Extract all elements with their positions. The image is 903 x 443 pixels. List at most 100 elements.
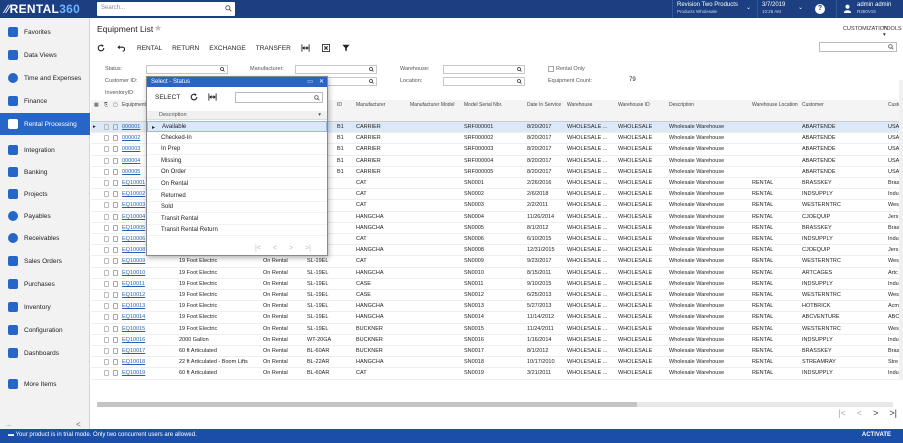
table-row[interactable]: EQ10012 19 Foot Electric On Rental SL-19EL C… — [91, 290, 903, 302]
equipment-id-link[interactable]: EQ10018 — [122, 359, 176, 365]
note-icon[interactable] — [113, 370, 118, 377]
sidebar-item-data-views[interactable]: Data Views — [0, 44, 90, 66]
attachment-icon[interactable] — [104, 325, 109, 332]
return-button[interactable]: RETURN — [172, 45, 199, 52]
prev-page-button[interactable]: < — [857, 408, 862, 418]
maximize-icon[interactable]: ▭ — [307, 78, 313, 85]
company-selector[interactable]: Revision Two Products Products Wholesale … — [672, 0, 756, 18]
status-option[interactable]: Transit Rental Return — [147, 225, 327, 237]
sidebar-item-banking[interactable]: Banking — [0, 161, 90, 183]
status-option[interactable]: Sold — [147, 202, 327, 214]
equipment-id-link[interactable]: EQ10015 — [122, 326, 176, 332]
equipment-id-link[interactable]: EQ10019 — [122, 370, 176, 376]
grid-search-input[interactable] — [819, 42, 897, 52]
activate-button[interactable]: ACTIVATE — [862, 432, 891, 438]
attachment-icon[interactable] — [104, 191, 109, 198]
note-icon[interactable] — [113, 247, 118, 254]
column-header[interactable]: Manufacturer Model — [410, 102, 461, 109]
equipment-id-link[interactable]: EQ10009 — [122, 258, 176, 264]
attachment-icon[interactable] — [104, 124, 109, 130]
tools-menu[interactable]: TOOLS ▾ — [883, 26, 903, 38]
note-icon[interactable] — [113, 236, 118, 242]
attachment-icon[interactable] — [104, 224, 109, 231]
attachment-icon[interactable] — [104, 336, 109, 343]
next-page-button[interactable]: > — [289, 245, 293, 252]
next-page-button[interactable]: > — [873, 408, 878, 418]
help-icon[interactable]: ? — [815, 4, 825, 14]
attachment-icon[interactable] — [104, 146, 109, 153]
table-row[interactable]: EQ10018 22 ft Articulated - Boom Lifts On … — [91, 357, 903, 369]
rental-button[interactable]: RENTAL — [137, 45, 162, 52]
sidebar-item-purchases[interactable]: Purchases — [0, 273, 90, 295]
attachment-icon[interactable] — [104, 292, 109, 298]
prev-page-button[interactable]: < — [273, 245, 277, 252]
sidebar-item-favorites[interactable]: Favorites — [0, 21, 90, 43]
attachment-icon[interactable] — [104, 370, 109, 377]
horizontal-scrollbar[interactable] — [97, 402, 893, 407]
first-page-button[interactable]: |< — [255, 245, 261, 252]
equipment-id-link[interactable]: EQ10012 — [122, 292, 176, 298]
table-row[interactable]: EQ10011 19 Foot Electric On Rental SL-19EL C… — [91, 279, 903, 290]
column-header[interactable]: Warehouse ID — [618, 102, 666, 109]
export-excel-icon[interactable] — [321, 44, 330, 52]
attachment-icon[interactable] — [104, 247, 109, 254]
rental-only-checkbox[interactable] — [548, 66, 554, 72]
status-option[interactable]: Returned — [147, 191, 327, 202]
note-icon[interactable] — [113, 348, 118, 354]
status-option[interactable]: Missing — [147, 156, 327, 167]
note-icon[interactable] — [113, 258, 118, 265]
sidebar-item-receivables[interactable]: Receivables — [0, 227, 90, 249]
date-selector[interactable]: 3/7/2019 10:28 AM ⌄ — [757, 0, 808, 18]
note-icon[interactable] — [113, 269, 118, 276]
attachment-icon[interactable] — [104, 180, 109, 186]
refresh-icon[interactable] — [190, 93, 198, 101]
table-row[interactable]: EQ10009 19 Foot Electric On Rental SL-19EL C… — [91, 256, 903, 268]
dialog-search-input[interactable] — [235, 92, 323, 103]
note-icon[interactable] — [113, 336, 118, 343]
status-option[interactable]: Transit Rental — [147, 214, 327, 225]
customization-link[interactable]: CUSTOMIZATION — [843, 26, 888, 32]
attachment-icon[interactable] — [104, 314, 109, 321]
filter-icon[interactable] — [342, 44, 350, 52]
status-field[interactable] — [146, 65, 228, 74]
attachment-icon[interactable] — [104, 269, 109, 276]
first-page-button[interactable]: |< — [838, 408, 846, 418]
attachment-icon[interactable] — [104, 348, 109, 354]
table-row[interactable]: EQ10013 19 Foot Electric On Rental SL-19EL H… — [91, 301, 903, 313]
column-header[interactable]: Warehouse Location — [752, 102, 799, 109]
sidebar-item-configuration[interactable]: Configuration — [0, 319, 90, 341]
equipment-id-link[interactable]: EQ10013 — [122, 303, 176, 309]
undo-icon[interactable] — [117, 44, 125, 52]
attachment-icon[interactable] — [104, 359, 109, 366]
grid-settings-icon[interactable]: ▦ — [94, 102, 99, 109]
note-icon[interactable] — [113, 292, 118, 298]
attachment-icon[interactable] — [104, 258, 109, 265]
note-icon[interactable] — [113, 314, 118, 321]
fit-columns-icon[interactable] — [208, 93, 217, 101]
status-option[interactable]: In Prep — [147, 144, 327, 156]
attachment-icon[interactable] — [104, 303, 109, 310]
note-icon[interactable] — [113, 180, 118, 186]
equipment-id-link[interactable]: EQ10011 — [122, 281, 176, 287]
sidebar-item-time-and-expenses[interactable]: Time and Expenses — [0, 67, 90, 89]
attachment-icon[interactable] — [104, 157, 109, 164]
note-icon[interactable] — [113, 303, 118, 310]
attachment-icon[interactable] — [104, 213, 109, 220]
attachment-icon[interactable] — [104, 280, 109, 287]
note-icon[interactable] — [113, 359, 118, 366]
table-row[interactable]: EQ10015 19 Foot Electric On Rental SL-19EL B… — [91, 324, 903, 335]
sidebar-item-sales-orders[interactable]: Sales Orders — [0, 250, 90, 272]
table-row[interactable]: EQ10016 2000 Gallon On Rental WT-20GA BUCKNE… — [91, 335, 903, 346]
sidebar-item-dashboards[interactable]: Dashboards — [0, 342, 90, 364]
fit-columns-icon[interactable] — [301, 44, 310, 52]
close-icon[interactable]: ✕ — [319, 78, 324, 85]
note-icon[interactable] — [113, 280, 118, 287]
transfer-button[interactable]: TRANSFER — [256, 45, 291, 52]
dialog-column-header[interactable]: Description ▾ — [147, 111, 327, 120]
collapse-sidebar-icon[interactable]: < — [76, 420, 81, 429]
last-page-button[interactable]: >| — [889, 408, 897, 418]
sidebar-item-rental-processing[interactable]: Rental Processing — [0, 113, 90, 135]
column-header[interactable]: Description — [669, 102, 749, 109]
sidebar-item-integration[interactable]: Integration — [0, 139, 90, 161]
favorite-star-icon[interactable]: ★ — [154, 23, 162, 34]
